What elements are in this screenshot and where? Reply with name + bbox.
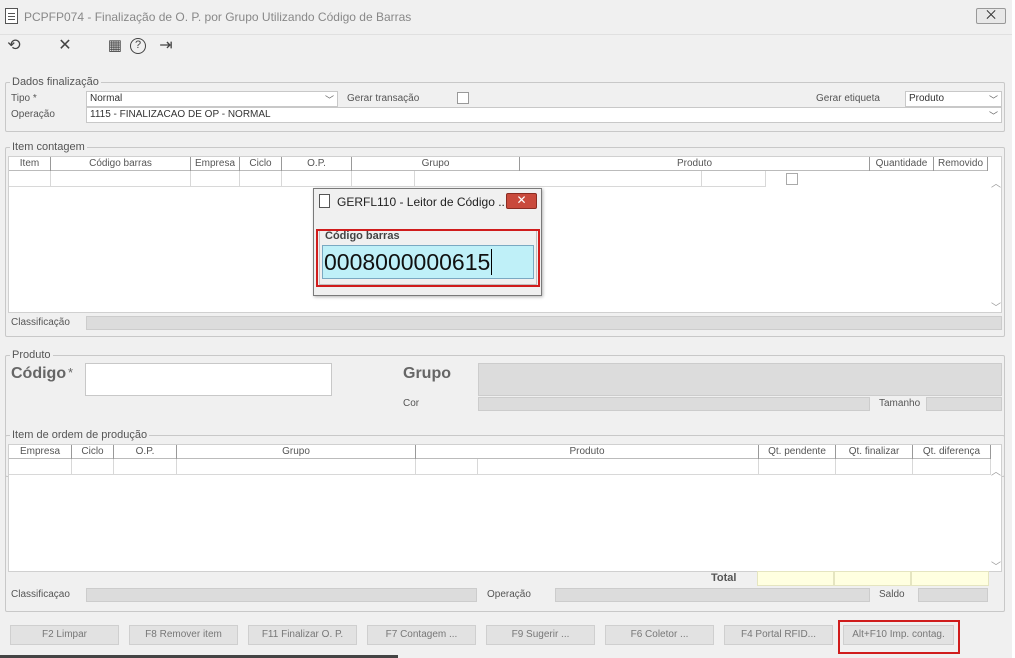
limpar-button[interactable]: F2 Limpar (10, 625, 119, 645)
operacao-field (555, 588, 870, 602)
scroll-up-icon[interactable]: ︿ (991, 463, 1001, 478)
operacao-value: 1115 - FINALIZACAO DE OP - NORMAL (90, 109, 271, 120)
column-header[interactable]: Qt. pendente (759, 445, 836, 459)
codigo-input[interactable] (85, 363, 332, 396)
grupo-field (478, 363, 1002, 396)
gerar-transacao-checkbox[interactable] (457, 92, 469, 104)
scroll-down-icon[interactable]: ﹀ (991, 299, 1001, 314)
main-panel: Dados finalização Tipo * Normal ﹀ Gerar … (0, 59, 1012, 658)
column-header[interactable]: Grupo (352, 157, 520, 171)
codigo-label: Código (11, 365, 67, 382)
column-header[interactable]: Grupo (177, 445, 416, 459)
cor-field (478, 397, 870, 411)
refresh-icon[interactable]: ⟲ (4, 37, 24, 55)
gerar-etiqueta-value: Produto (909, 93, 945, 104)
gerar-etiqueta-select[interactable]: Produto ﹀ (905, 91, 1002, 107)
classificacao-label: Classificaçao (11, 589, 70, 600)
calendar-icon[interactable]: ▦ (105, 37, 125, 55)
column-header[interactable]: Ciclo (240, 157, 282, 171)
chevron-down-icon: ﹀ (988, 95, 998, 105)
window-close-button[interactable]: ⨉ (976, 8, 1006, 24)
column-header[interactable]: Qt. finalizar (836, 445, 913, 459)
tamanho-field (926, 397, 1002, 411)
column-header[interactable]: O.P. (282, 157, 352, 171)
gerar-transacao-label: Gerar transação (347, 93, 420, 104)
table-row[interactable] (9, 171, 820, 187)
column-header[interactable]: Código barras (51, 157, 191, 171)
close-icon[interactable]: ✕ (55, 37, 75, 55)
tipo-select[interactable]: Normal ﹀ (86, 91, 338, 107)
tamanho-label: Tamanho (879, 398, 921, 409)
column-header[interactable]: O.P. (114, 445, 177, 459)
document-icon (5, 8, 18, 24)
classificacao-field (86, 316, 1002, 330)
operacao-label: Operação (11, 109, 55, 120)
column-header[interactable]: Ciclo (72, 445, 114, 459)
dialog-title-bar: GERFL110 - Leitor de Código ... ✕ (314, 189, 541, 213)
grupo-label: Grupo (403, 365, 451, 382)
barcode-reader-dialog: GERFL110 - Leitor de Código ... ✕ Código… (313, 188, 542, 296)
removido-checkbox[interactable] (786, 173, 798, 185)
exit-icon[interactable]: ⇥ (156, 37, 176, 55)
total-qt-finalizar (834, 571, 911, 586)
column-header[interactable]: Removido (934, 157, 988, 171)
cor-label: Cor (403, 398, 420, 409)
contagem-button[interactable]: F7 Contagem ... (367, 625, 476, 645)
total-qt-pendente (757, 571, 834, 586)
toolbar: ⟲ ✕ ▦ ? ⇥ (0, 35, 1012, 59)
item-ordem-table[interactable]: Empresa Ciclo O.P. Grupo Produto Qt. pen… (8, 444, 1002, 573)
portal-rfid-button[interactable]: F4 Portal RFID... (724, 625, 833, 645)
saldo-label: Saldo (879, 589, 905, 600)
produto-legend: Produto (12, 349, 51, 361)
total-label: Total (711, 572, 737, 584)
imp-contagem-highlight (838, 620, 960, 654)
scroll-down-icon[interactable]: ﹀ (991, 558, 1001, 573)
classificacao-label: Classificação (11, 317, 70, 328)
column-header[interactable]: Qt. diferença (913, 445, 991, 459)
remover-item-button[interactable]: F8 Remover item (129, 625, 238, 645)
operacao-label: Operação (487, 589, 531, 600)
saldo-field (918, 588, 988, 602)
column-header[interactable]: Produto (520, 157, 870, 171)
item-contagem-legend: Item contagem (12, 141, 85, 153)
table-row[interactable] (9, 459, 991, 475)
document-icon (319, 194, 330, 208)
classificacao-field (86, 588, 477, 602)
column-header[interactable]: Empresa (191, 157, 240, 171)
scroll-up-icon[interactable]: ︿ (991, 175, 1001, 190)
operacao-select[interactable]: 1115 - FINALIZACAO DE OP - NORMAL ﹀ (86, 107, 1002, 123)
total-qt-diferenca (911, 571, 989, 586)
dialog-close-button[interactable]: ✕ (506, 193, 537, 209)
sugerir-button[interactable]: F9 Sugerir ... (486, 625, 595, 645)
item-ordem-legend: Item de ordem de produção (12, 429, 148, 441)
column-header[interactable]: Quantidade (870, 157, 934, 171)
column-header[interactable]: Empresa (9, 445, 72, 459)
finalizar-op-button[interactable]: F11 Finalizar O. P. (248, 625, 357, 645)
column-header[interactable]: Produto (416, 445, 759, 459)
table-header: Item Código barras Empresa Ciclo O.P. Gr… (9, 157, 988, 171)
dados-finalizacao-legend: Dados finalização (12, 76, 99, 88)
tipo-label: Tipo * (11, 93, 37, 104)
column-header[interactable]: Item (9, 157, 51, 171)
table-header: Empresa Ciclo O.P. Grupo Produto Qt. pen… (9, 445, 991, 459)
help-icon[interactable]: ? (130, 38, 146, 54)
window-title: PCPFP074 - Finalização de O. P. por Grup… (24, 10, 412, 24)
tipo-value: Normal (90, 93, 123, 104)
dialog-title: GERFL110 - Leitor de Código ... (337, 195, 509, 209)
title-bar: PCPFP074 - Finalização de O. P. por Grup… (0, 0, 1012, 35)
coletor-button[interactable]: F6 Coletor ... (605, 625, 714, 645)
chevron-down-icon: ﹀ (324, 95, 334, 105)
codigo-barras-highlight (316, 229, 540, 287)
chevron-down-icon: ﹀ (988, 111, 998, 121)
gerar-etiqueta-label: Gerar etiqueta (816, 93, 880, 104)
required-mark: * (68, 365, 74, 380)
